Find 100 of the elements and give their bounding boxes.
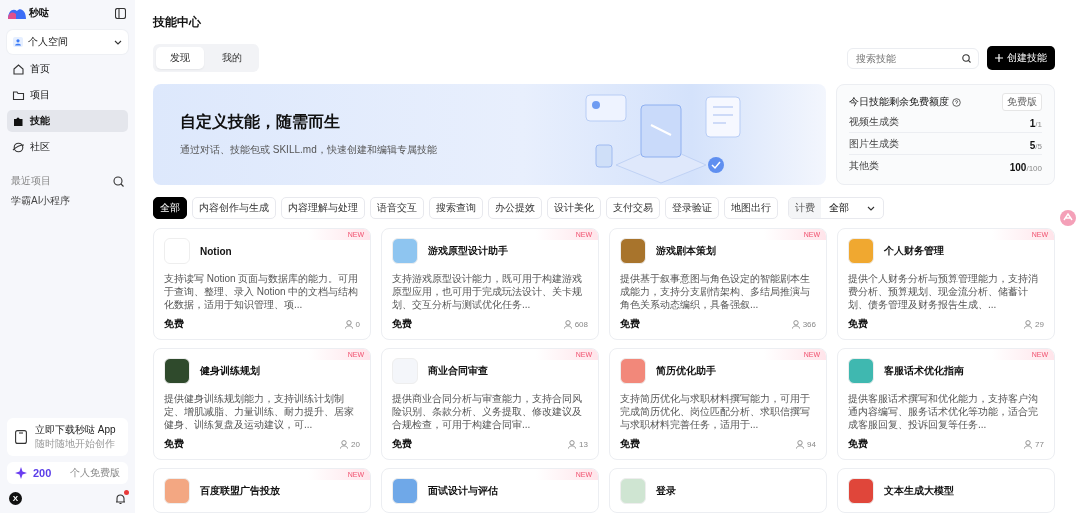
- chevron-down-icon: [114, 39, 122, 45]
- skill-name: 登录: [656, 484, 676, 498]
- skill-card[interactable]: 登录: [609, 468, 827, 513]
- quota-value: 1/1: [1029, 116, 1042, 131]
- skill-description: 提供健身训练规划能力，支持训练计划制定、增肌减脂、力量训练、耐力提升、居家健身、训练复盘及运动建议，可...: [164, 392, 355, 431]
- skill-card[interactable]: 文本生成大模型: [837, 468, 1055, 513]
- filter-chip[interactable]: 内容理解与处理: [281, 197, 365, 219]
- search-field[interactable]: 搜索技能: [847, 47, 979, 69]
- filter-chip[interactable]: 语音交互: [370, 197, 424, 219]
- page-title: 技能中心: [153, 14, 202, 31]
- tab[interactable]: 发现: [156, 47, 204, 69]
- search-icon[interactable]: [113, 175, 124, 187]
- logo-icon: [8, 7, 26, 19]
- user-count: 13: [579, 439, 588, 449]
- filter-chip[interactable]: 支付交易: [606, 197, 660, 219]
- banner[interactable]: 自定义技能，随需而生 通过对话、技能包或 SKILL.md，快速创建和编辑专属技能: [153, 84, 826, 185]
- user-count: 366: [802, 319, 816, 329]
- user-icon: [796, 439, 805, 449]
- folder-icon: [12, 88, 25, 102]
- sidebar-toggle-icon[interactable]: [115, 7, 126, 19]
- skill-name: 个人财务管理: [884, 244, 944, 258]
- filter-chip[interactable]: 办公提效: [488, 197, 542, 219]
- skill-description: 提供客服话术撰写和优化能力，支持客户沟通内容编写、服务话术优化等功能，适合完成客服回复、投诉回复等任务...: [848, 392, 1039, 431]
- skill-name: 游戏原型设计助手: [428, 244, 508, 258]
- price-label: 免费: [620, 437, 640, 451]
- user-count: 94: [807, 439, 816, 449]
- price-label: 免费: [392, 317, 412, 331]
- filter-chip[interactable]: 设计美化: [547, 197, 601, 219]
- filter-chip[interactable]: 搜索查询: [429, 197, 483, 219]
- user-count: 608: [574, 319, 588, 329]
- quota-label: 图片生成类: [849, 136, 899, 151]
- download-subtitle: 随时随地开始创作: [35, 437, 116, 451]
- user-icon: [13, 37, 23, 47]
- skill-description: 支持游戏原型设计能力，既可用于构建游戏原型应用，也可用于完成玩法设计、关卡规划、交互分析与测试优化任务...: [392, 272, 583, 311]
- section-title: 最近项目: [11, 174, 51, 188]
- user-icon: [791, 319, 800, 329]
- price-label: 免费: [392, 437, 412, 451]
- sparkle-icon: [15, 467, 27, 479]
- chevron-down-icon: [867, 205, 875, 211]
- plus-icon: [995, 54, 1003, 62]
- quota-value: 5/5: [1029, 138, 1042, 153]
- nav-item[interactable]: 项目: [7, 84, 128, 106]
- user-icon: [1024, 439, 1033, 449]
- skill-description: 支持简历优化与求职材料撰写能力，可用于完成简历优化、岗位匹配分析、求职信撰写与求职材料完善任务，适用于...: [620, 392, 811, 431]
- banner-subtitle: 通过对话、技能包或 SKILL.md，快速创建和编辑专属技能: [180, 143, 437, 157]
- user-count: 29: [1035, 319, 1044, 329]
- tab[interactable]: 我的: [208, 47, 256, 69]
- price-label: 免费: [164, 437, 184, 451]
- phone-icon: [15, 430, 27, 444]
- create-skill-button[interactable]: 创建技能: [987, 46, 1055, 70]
- banner-title: 自定义技能，随需而生: [180, 112, 341, 132]
- nav-item[interactable]: 社区: [7, 136, 128, 158]
- skill-name: 客服话术优化指南: [884, 364, 964, 378]
- quota-title: 今日技能剩余免费额度: [849, 95, 949, 109]
- plan-badge: 免费版: [1002, 93, 1042, 111]
- avatar[interactable]: X: [9, 492, 22, 505]
- price-label: 免费: [620, 317, 640, 331]
- filter-chip[interactable]: 地图出行: [724, 197, 778, 219]
- logo-text: 秒哒: [29, 6, 49, 20]
- skill-name: 百度联盟广告投放: [200, 484, 280, 498]
- price-label: 免费: [848, 317, 868, 331]
- download-card[interactable]: 立即下载秒哒 App 随时随地开始创作: [7, 418, 128, 456]
- quota-label: 视频生成类: [849, 114, 899, 129]
- skill-description: 支持读写 Notion 页面与数据库的能力。可用于查询、整理、录入 Notion 中的文档与结构化数据，适用于知识管理、项...: [164, 272, 360, 311]
- skill-name: 文本生成大模型: [884, 484, 954, 498]
- help-icon[interactable]: [952, 97, 961, 107]
- skill-name: 健身训练规划: [200, 364, 260, 378]
- quota-value: 100/100: [1009, 160, 1042, 175]
- quota-label: 其他类: [849, 158, 879, 173]
- skill-name: 简历优化助手: [656, 364, 716, 378]
- filter-chip[interactable]: 全部: [153, 197, 187, 219]
- nav-item[interactable]: 技能: [7, 110, 128, 132]
- billing-filter[interactable]: 计费 全部: [788, 197, 884, 219]
- skill-name: 商业合同审查: [428, 364, 488, 378]
- skill-name: 游戏剧本策划: [656, 244, 716, 258]
- user-count: 77: [1035, 439, 1044, 449]
- user-icon: [1024, 319, 1033, 329]
- filter-chip[interactable]: 内容创作与生成: [192, 197, 276, 219]
- notification-dot: [124, 489, 129, 495]
- user-icon: [568, 439, 577, 449]
- planet-icon: [12, 140, 25, 154]
- plan-label: 个人免费版: [70, 466, 120, 480]
- price-label: 免费: [848, 437, 868, 451]
- user-icon: [344, 319, 353, 329]
- recent-project-link[interactable]: 学霸AI小程序: [7, 188, 128, 214]
- workspace-selector[interactable]: 个人空间: [7, 30, 128, 54]
- credits-amount: 200: [33, 467, 52, 479]
- search-icon: [962, 53, 971, 63]
- home-icon: [12, 62, 25, 76]
- download-title: 立即下载秒哒 App: [35, 423, 116, 437]
- skill-description: 提供商业合同分析与审查能力，支持合同风险识别、条款分析、义务提取、修改建议及合规检查，可用于构建合同审...: [392, 392, 583, 431]
- filter-chip[interactable]: 登录验证: [665, 197, 719, 219]
- user-icon: [563, 319, 572, 329]
- nav-item[interactable]: 首页: [7, 58, 128, 80]
- bell-icon[interactable]: [115, 492, 126, 505]
- user-count: 0: [355, 319, 360, 329]
- skill-name: Notion: [200, 245, 232, 257]
- user-count: 20: [351, 439, 360, 449]
- skill-description: 提供个人财务分析与预算管理能力，支持消费分析、预算规划、现金流分析、储蓄计划、债务管理及财务报告生成、...: [848, 272, 1039, 311]
- price-label: 免费: [164, 317, 184, 331]
